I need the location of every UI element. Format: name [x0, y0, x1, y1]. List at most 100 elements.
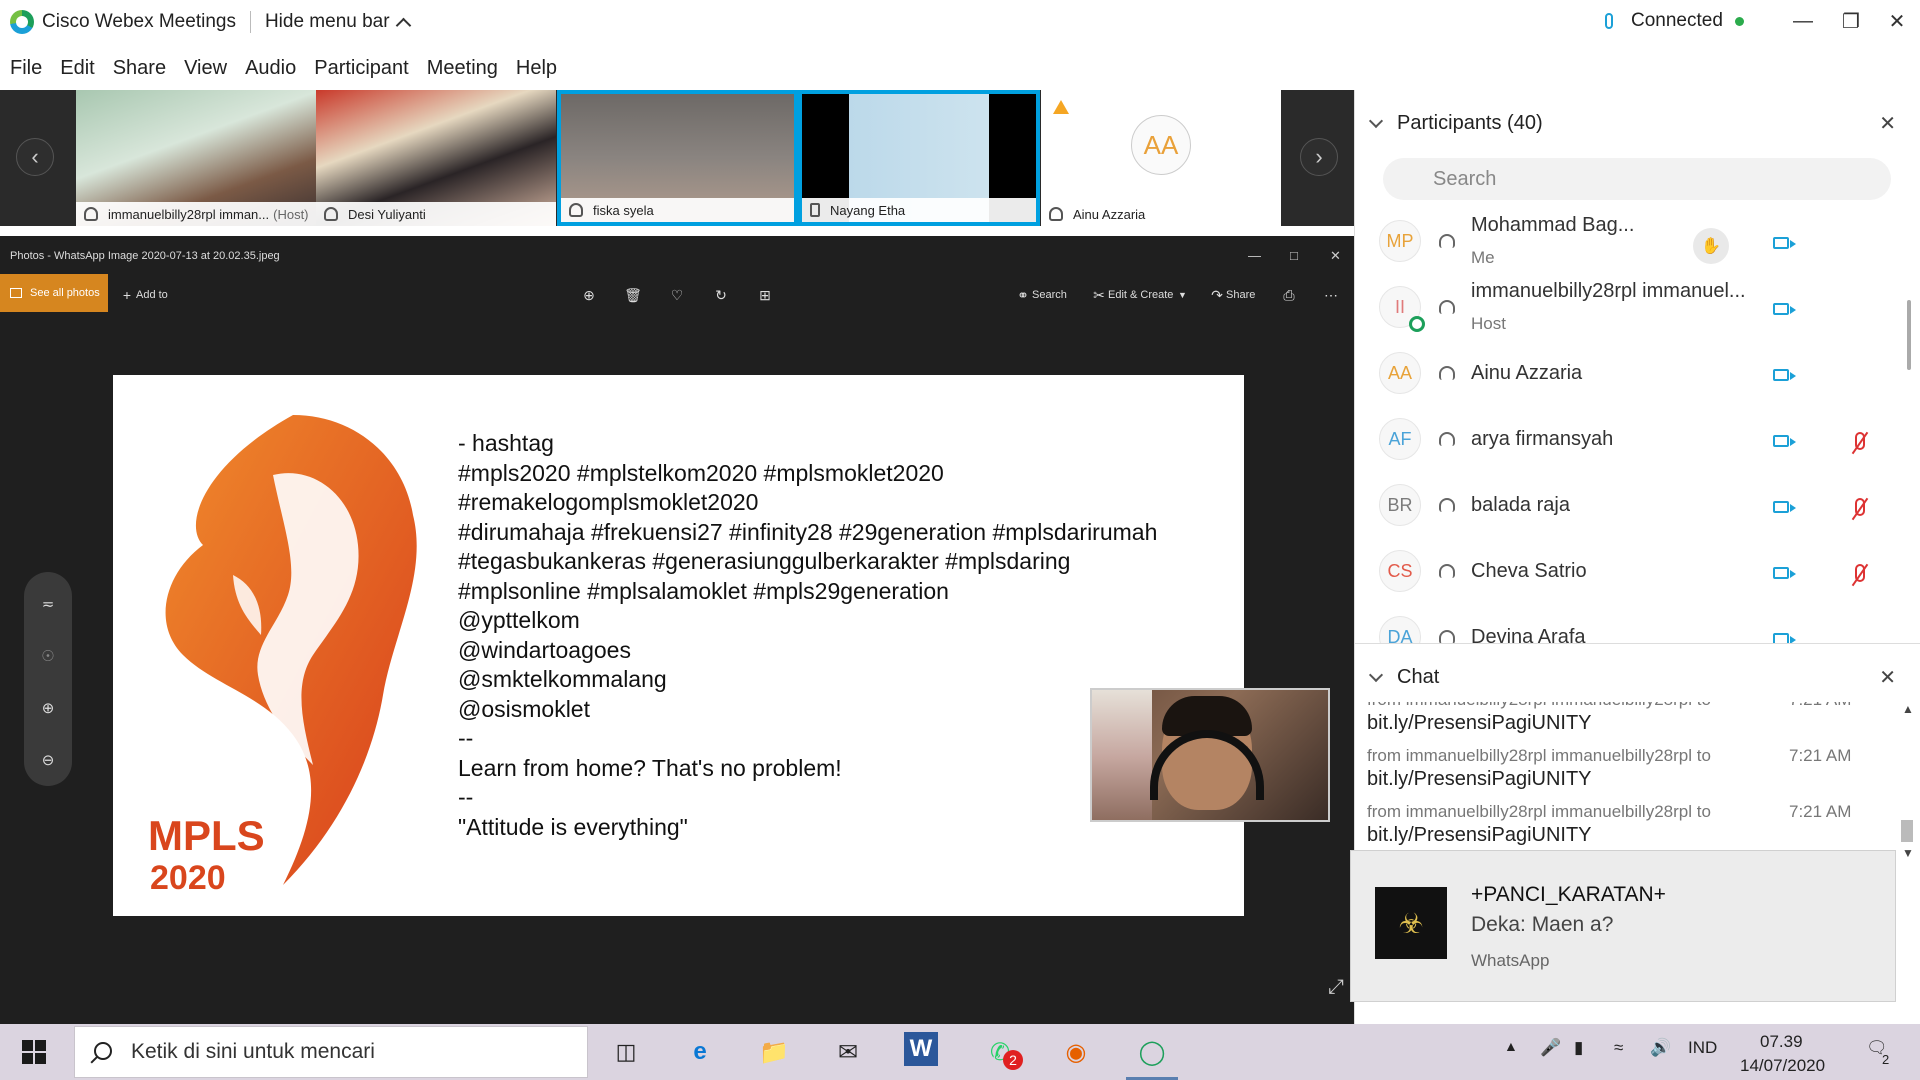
- scroll-down-icon[interactable]: ▼: [1902, 846, 1914, 860]
- chat-sender: from immanuelbilly28rpl immanuelbilly28r…: [1367, 802, 1711, 821]
- photos-maximize-button[interactable]: □: [1290, 248, 1298, 263]
- rotate-icon[interactable]: ↻: [712, 286, 730, 304]
- tile-name: Nayang Etha: [830, 202, 906, 218]
- file-explorer-icon[interactable]: 📁: [754, 1032, 794, 1072]
- scroll-up-icon[interactable]: ▲: [1902, 702, 1914, 716]
- chat-header[interactable]: Chat ✕: [1355, 656, 1920, 698]
- firefox-icon[interactable]: ◉: [1056, 1032, 1096, 1072]
- headset-icon: [1439, 630, 1455, 643]
- video-camera-icon[interactable]: [1773, 435, 1796, 447]
- video-camera-icon[interactable]: [1773, 567, 1796, 579]
- tray-microphone-icon[interactable]: 🎤: [1540, 1038, 1561, 1058]
- chat-message[interactable]: bit.ly/PresensiPagiUNITY: [1367, 712, 1592, 735]
- menu-participant[interactable]: Participant: [314, 57, 409, 80]
- photos-title-bar: Photos - WhatsApp Image 2020-07-13 at 20…: [0, 236, 1354, 276]
- wifi-icon[interactable]: ≈: [1614, 1038, 1623, 1058]
- remote-control-icon[interactable]: ☉: [36, 644, 60, 668]
- participant-row[interactable]: AF arya firmansyah: [1355, 408, 1915, 474]
- chat-scroll-thumb[interactable]: [1901, 820, 1913, 842]
- print-icon[interactable]: ⎙: [1280, 286, 1298, 304]
- chat-scrollbar[interactable]: ▲ ▼: [1898, 702, 1918, 862]
- zoom-out-icon[interactable]: ⊖: [36, 748, 60, 772]
- taskbar-search-box[interactable]: Ketik di sini untuk mencari: [74, 1026, 588, 1078]
- volume-icon[interactable]: 🔊: [1650, 1038, 1671, 1058]
- tile-name: fiska syela: [593, 202, 654, 218]
- connection-status[interactable]: Connected: [1605, 10, 1744, 32]
- battery-icon[interactable]: ▮: [1574, 1038, 1583, 1058]
- close-chat-icon[interactable]: ✕: [1879, 665, 1896, 690]
- chat-message[interactable]: bit.ly/PresensiPagiUNITY: [1367, 824, 1592, 847]
- muted-microphone-icon[interactable]: [1855, 564, 1865, 582]
- menu-view[interactable]: View: [184, 57, 227, 80]
- participant-row[interactable]: AA Ainu Azzaria: [1355, 342, 1915, 408]
- minimize-button[interactable]: —: [1788, 6, 1818, 36]
- self-view-video[interactable]: [1090, 688, 1330, 822]
- whatsapp-notification[interactable]: ☣ +PANCI_KARATAN+ Deka: Maen a? WhatsApp: [1350, 850, 1896, 1002]
- edit-create-button[interactable]: ✂ Edit & Create ▼: [1090, 286, 1191, 304]
- photos-close-button[interactable]: ✕: [1330, 248, 1341, 264]
- muted-microphone-icon[interactable]: [1855, 432, 1865, 450]
- video-camera-icon[interactable]: [1773, 237, 1796, 249]
- video-tile-active[interactable]: fiska syela: [557, 90, 798, 226]
- video-camera-icon[interactable]: [1773, 303, 1796, 315]
- participants-scrollbar[interactable]: [1907, 300, 1911, 370]
- strip-next-button[interactable]: ›: [1300, 138, 1338, 176]
- chat-message[interactable]: bit.ly/PresensiPagiUNITY: [1367, 768, 1592, 791]
- hide-menu-bar-button[interactable]: Hide menu bar: [265, 11, 411, 33]
- participants-header[interactable]: Participants (40) ✕: [1355, 102, 1920, 144]
- edge-browser-icon[interactable]: e: [680, 1032, 720, 1072]
- menu-meeting[interactable]: Meeting: [427, 57, 498, 80]
- delete-icon[interactable]: 🗑: [624, 286, 642, 304]
- mpls-logo-word: MPLS: [148, 812, 265, 859]
- menu-audio[interactable]: Audio: [245, 57, 296, 80]
- menu-edit[interactable]: Edit: [60, 57, 94, 80]
- participant-name: Devina Arafa: [1471, 626, 1586, 643]
- add-to-button[interactable]: + Add to: [118, 286, 168, 304]
- clock-time[interactable]: 07.39: [1760, 1032, 1803, 1052]
- menu-share[interactable]: Share: [113, 57, 166, 80]
- word-icon[interactable]: W: [904, 1032, 938, 1066]
- webex-taskbar-icon[interactable]: ◯: [1126, 1032, 1178, 1080]
- annotate-pen-icon[interactable]: ≂: [36, 592, 60, 616]
- raise-hand-icon[interactable]: ✋: [1693, 228, 1729, 264]
- video-tile[interactable]: AA Ainu Azzaria: [1041, 90, 1281, 226]
- expand-icon[interactable]: ⤢: [1328, 976, 1344, 999]
- mail-icon[interactable]: ✉: [828, 1032, 868, 1072]
- menu-file[interactable]: File: [10, 57, 42, 80]
- notification-title: +PANCI_KARATAN+: [1471, 883, 1666, 906]
- more-options-icon[interactable]: ⋯: [1322, 286, 1340, 304]
- photos-share-button[interactable]: ↷ Share: [1208, 286, 1255, 304]
- muted-microphone-icon[interactable]: [1855, 498, 1865, 516]
- tile-namebar: Ainu Azzaria: [1041, 202, 1281, 226]
- participant-row[interactable]: BR balada raja: [1355, 474, 1915, 540]
- video-camera-icon[interactable]: [1773, 369, 1796, 381]
- clock-date[interactable]: 14/07/2020: [1740, 1056, 1825, 1076]
- participant-search-input[interactable]: [1383, 158, 1891, 200]
- close-window-button[interactable]: ✕: [1882, 6, 1912, 36]
- video-tile[interactable]: immanuelbilly28rpl imman... (Host): [76, 90, 316, 226]
- participant-row[interactable]: CS Cheva Satrio: [1355, 540, 1915, 606]
- video-camera-icon[interactable]: [1773, 501, 1796, 513]
- close-participants-icon[interactable]: ✕: [1879, 111, 1896, 136]
- crop-icon[interactable]: ⊞: [756, 286, 774, 304]
- video-tile[interactable]: Desi Yuliyanti: [316, 90, 556, 226]
- zoom-icon[interactable]: ⊕: [580, 286, 598, 304]
- video-camera-icon[interactable]: [1773, 633, 1796, 643]
- task-view-icon[interactable]: ◫: [606, 1032, 646, 1072]
- photos-minimize-button[interactable]: —: [1248, 248, 1261, 263]
- windows-start-icon[interactable]: [22, 1040, 46, 1064]
- participant-row[interactable]: MP Mohammad Bag... Me ✋: [1355, 210, 1915, 276]
- zoom-in-icon[interactable]: ⊕: [36, 696, 60, 720]
- slide-line: @osismoklet: [458, 695, 590, 722]
- favorite-heart-icon[interactable]: ♡: [668, 286, 686, 304]
- restore-button[interactable]: ❐: [1836, 6, 1866, 36]
- strip-prev-button[interactable]: ‹: [16, 138, 54, 176]
- input-language[interactable]: IND: [1688, 1038, 1717, 1058]
- video-tile-active[interactable]: Nayang Etha: [798, 90, 1040, 226]
- see-all-photos-button[interactable]: See all photos: [0, 274, 108, 312]
- participant-row[interactable]: II immanuelbilly28rpl immanuel... Host: [1355, 276, 1915, 342]
- participant-row[interactable]: DA Devina Arafa: [1355, 606, 1915, 643]
- photos-search-button[interactable]: ⚭ Search: [1014, 286, 1067, 304]
- tray-expand-icon[interactable]: ▲: [1504, 1038, 1518, 1054]
- menu-help[interactable]: Help: [516, 57, 557, 80]
